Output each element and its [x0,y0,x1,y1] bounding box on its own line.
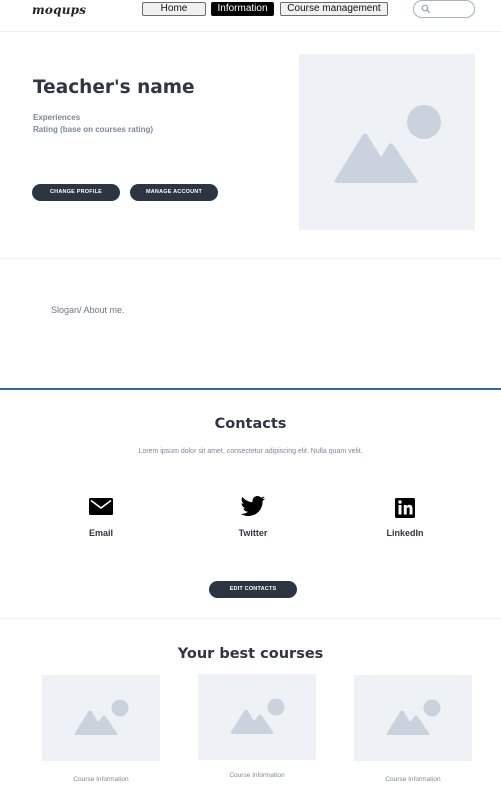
profile-section: Teacher's name Experiences Rating (base … [0,33,501,259]
contact-label-linkedin: LinkedIn [386,528,424,538]
course-info-label[interactable]: Course Information [198,772,316,779]
nav-information-button[interactable]: Information [211,2,274,16]
course-info-label[interactable]: Course Information [354,776,472,783]
nav-course-management-button[interactable]: Course management [280,2,388,16]
course-card[interactable] [198,674,316,760]
profile-image-placeholder [299,54,475,230]
about-section: Slogan/ About me. [0,259,501,388]
course-info-label[interactable]: Course Information [42,776,160,783]
email-icon[interactable] [87,492,115,520]
linkedin-icon[interactable] [391,492,419,520]
experiences-text: Experiences [33,113,81,122]
contacts-description: Lorem ipsum dolor sit amet, consectetur … [138,448,363,455]
top-navigation: moqups Home Information Course managemen… [0,0,501,32]
contact-label-email: Email [88,528,113,538]
teacher-name: Teacher's name [33,77,195,98]
logo[interactable]: moqups [32,3,86,17]
change-profile-button[interactable]: CHANGE PROFILE [32,184,120,201]
contact-label-twitter: Twitter [238,528,268,538]
nav-home-button[interactable]: Home [142,2,206,16]
manage-account-button[interactable]: MANAGE ACCOUNT [130,184,218,201]
image-placeholder-icon [74,699,129,735]
search-icon [421,4,431,14]
search-input[interactable] [413,0,475,18]
courses-title: Your best courses [177,646,324,662]
image-placeholder-icon [334,105,441,183]
contacts-section: Contacts Lorem ipsum dolor sit amet, con… [0,390,501,619]
twitter-icon[interactable] [239,492,267,520]
best-courses-section: Your best courses Course Information Cou… [0,619,501,791]
edit-contacts-button[interactable]: EDIT CONTACTS [209,581,297,598]
image-placeholder-icon [386,699,441,735]
contacts-title: Contacts [214,416,287,432]
image-placeholder-icon [230,698,285,734]
slogan-text: Slogan/ About me. [51,305,125,315]
course-card[interactable] [42,675,160,761]
course-card[interactable] [354,675,472,761]
rating-text: Rating (base on courses rating) [33,125,154,134]
